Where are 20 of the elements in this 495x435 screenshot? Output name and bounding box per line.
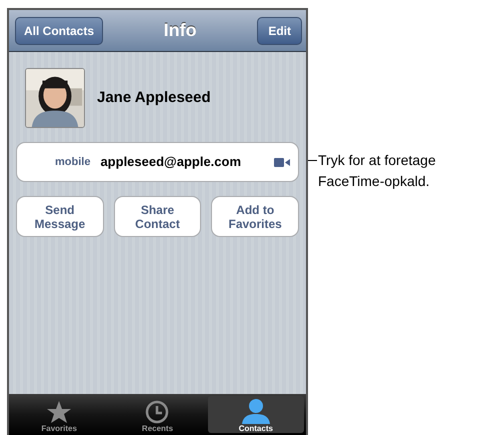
callout-text: FaceTime-opkald. — [318, 172, 431, 191]
video-camera-icon[interactable] — [274, 158, 290, 166]
field-label: mobile — [55, 154, 90, 170]
tab[interactable]: Recents — [109, 396, 206, 433]
email-value: appleseed@apple.com — [100, 153, 242, 172]
action-button[interactable]: Send Message — [16, 196, 104, 237]
email-row[interactable]: mobile appleseed@apple.com — [16, 142, 299, 182]
tab[interactable]: Contacts — [208, 396, 304, 433]
person-icon — [240, 398, 271, 424]
clock-icon — [145, 400, 170, 424]
action-button[interactable]: Share Contact — [114, 196, 202, 237]
callout-text: Tryk for at foretage — [318, 151, 436, 170]
leader-line — [308, 160, 317, 161]
back-button[interactable]: All Contacts — [15, 16, 104, 44]
action-button[interactable]: Add to Favorites — [211, 196, 300, 237]
edit-button[interactable]: Edit — [257, 16, 302, 44]
star-icon — [46, 400, 72, 424]
tab[interactable]: Favorites — [11, 396, 108, 433]
contact-name: Jane Appleseed — [97, 88, 211, 108]
window-title: Info — [164, 19, 197, 42]
